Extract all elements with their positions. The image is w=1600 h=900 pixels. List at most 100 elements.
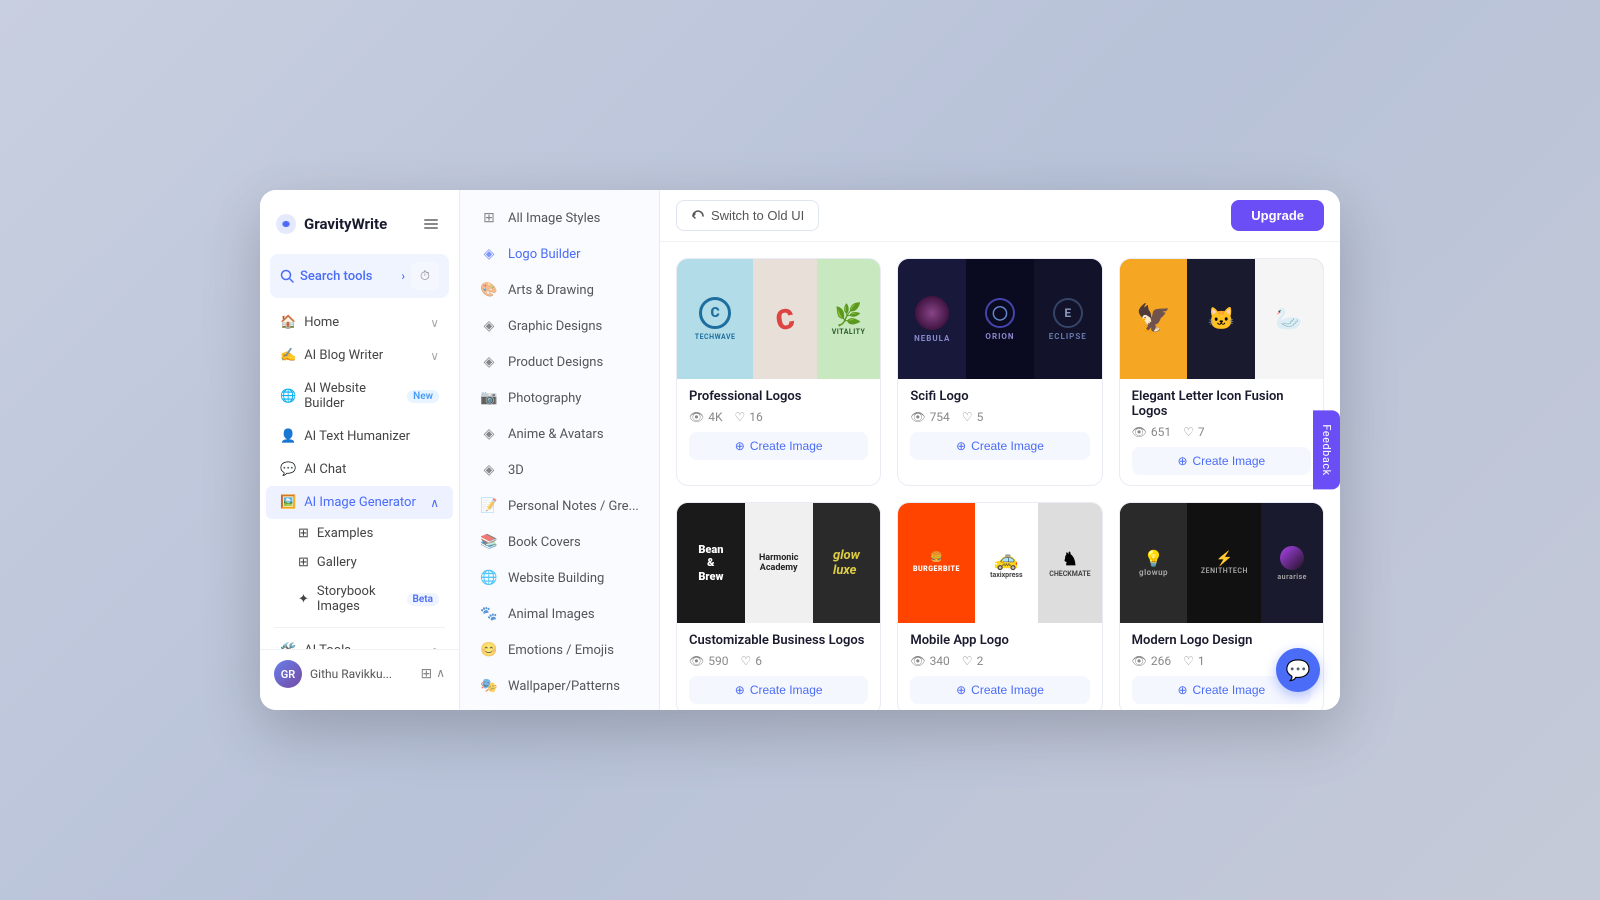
menu-item-personal-notes[interactable]: 📝 Personal Notes / Gre... bbox=[466, 488, 653, 524]
menu-item-graphic-designs[interactable]: ◈ Graphic Designs bbox=[466, 308, 653, 344]
all-styles-label: All Image Styles bbox=[508, 211, 600, 226]
sidebar-item-examples[interactable]: ⊞ Examples bbox=[266, 519, 453, 548]
home-label: Home bbox=[304, 315, 339, 330]
upgrade-button[interactable]: Upgrade bbox=[1231, 200, 1324, 231]
logo-builder-icon: ◈ bbox=[480, 245, 498, 263]
card-3-title: Elegant Letter Icon Fusion Logos bbox=[1132, 389, 1311, 419]
menu-item-book-covers[interactable]: 📚 Book Covers bbox=[466, 524, 653, 560]
anime-label: Anime & Avatars bbox=[508, 427, 604, 442]
card-4-stats: 👁 590 ♡ 6 bbox=[689, 654, 868, 668]
menu-item-wallpaper-patterns[interactable]: 🎭 Wallpaper/Patterns bbox=[466, 668, 653, 704]
card-5-create-label: Create Image bbox=[971, 683, 1044, 697]
card-6-create-label: Create Image bbox=[1193, 683, 1266, 697]
card-3-create-button[interactable]: ⊕ Create Image bbox=[1132, 447, 1311, 475]
menu-item-anime-avatars[interactable]: ◈ Anime & Avatars bbox=[466, 416, 653, 452]
sidebar-item-ai-text-humanizer[interactable]: 👤 AI Text Humanizer bbox=[266, 420, 453, 453]
sidebar-item-ai-website-builder[interactable]: 🌐 AI Website Builder New bbox=[266, 372, 453, 420]
search-tools-button[interactable]: Search tools › ⏱ bbox=[270, 254, 449, 298]
menu-item-photography[interactable]: 📷 Photography bbox=[466, 380, 653, 416]
brand-logo[interactable]: GravityWrite bbox=[274, 212, 387, 236]
card-5-likes: 2 bbox=[977, 654, 984, 668]
card-3-stats: 👁 651 ♡ 7 bbox=[1132, 425, 1311, 439]
gallery-icon: ⊞ bbox=[298, 555, 309, 570]
menu-item-arts-drawing[interactable]: 🎨 Arts & Drawing bbox=[466, 272, 653, 308]
card-1-create-button[interactable]: ⊕ Create Image bbox=[689, 432, 868, 460]
create-icon: ⊕ bbox=[1177, 683, 1187, 697]
examples-label: Examples bbox=[317, 526, 373, 541]
chevron-right-icon: › bbox=[401, 269, 405, 283]
examples-icon: ⊞ bbox=[298, 526, 309, 541]
photography-label: Photography bbox=[508, 391, 581, 406]
chat-fab-icon: 💬 bbox=[1286, 658, 1311, 682]
card-1-title: Professional Logos bbox=[689, 389, 868, 404]
app-window: GravityWrite Search tools › ⏱ bbox=[260, 190, 1340, 710]
view-icon: 👁 bbox=[910, 410, 925, 424]
product-label: Product Designs bbox=[508, 355, 603, 370]
web-label: Website Building bbox=[508, 571, 604, 586]
menu-item-product-designs[interactable]: ◈ Product Designs bbox=[466, 344, 653, 380]
wallpaper-icon: 🎭 bbox=[480, 677, 498, 695]
view-icon: 👁 bbox=[910, 654, 925, 668]
user-footer[interactable]: GR Githu Ravikku... ⊞ ∧ bbox=[260, 649, 459, 698]
blog-label: AI Blog Writer bbox=[304, 348, 383, 363]
chevron-down-icon: ∨ bbox=[430, 316, 439, 330]
history-button[interactable]: ⏱ bbox=[411, 262, 439, 290]
menu-item-3d[interactable]: ◈ 3D bbox=[466, 452, 653, 488]
menu-item-website-building[interactable]: 🌐 Website Building bbox=[466, 560, 653, 596]
menu-item-emotions-emojis[interactable]: 😊 Emotions / Emojis bbox=[466, 632, 653, 668]
card-5-create-button[interactable]: ⊕ Create Image bbox=[910, 676, 1089, 704]
all-styles-icon: ⊞ bbox=[480, 209, 498, 227]
sidebar-item-ai-chat[interactable]: 💬 AI Chat bbox=[266, 453, 453, 486]
sidebar-item-ai-blog-writer[interactable]: ✍️ AI Blog Writer ∨ bbox=[266, 339, 453, 372]
like-icon: ♡ bbox=[740, 654, 751, 668]
sidebar-item-home[interactable]: 🏠 Home ∨ bbox=[266, 306, 453, 339]
card-6-likes: 1 bbox=[1198, 654, 1205, 668]
switch-old-ui-button[interactable]: Switch to Old UI bbox=[676, 200, 819, 231]
card-1-create-label: Create Image bbox=[750, 439, 823, 453]
card-6-image: 💡 glowup ⚡ ZENITHTECH aurarise bbox=[1120, 503, 1323, 623]
card-5-title: Mobile App Logo bbox=[910, 633, 1089, 648]
notes-icon: 📝 bbox=[480, 497, 498, 515]
like-icon: ♡ bbox=[1183, 425, 1194, 439]
card-1-stats: 👁 4K ♡ 16 bbox=[689, 410, 868, 424]
card-2-title: Scifi Logo bbox=[910, 389, 1089, 404]
sidebar-toggle-button[interactable] bbox=[417, 210, 445, 238]
sidebar: GravityWrite Search tools › ⏱ bbox=[260, 190, 460, 710]
like-icon: ♡ bbox=[1183, 654, 1194, 668]
card-3-views: 651 bbox=[1151, 425, 1171, 439]
arts-icon: 🎨 bbox=[480, 281, 498, 299]
card-2-create-button[interactable]: ⊕ Create Image bbox=[910, 432, 1089, 460]
card-5-views: 340 bbox=[930, 654, 950, 668]
card-1-likes: 16 bbox=[749, 410, 763, 424]
card-4-image: Bean&Brew HarmonicAcademy glowluxe bbox=[677, 503, 880, 623]
card-6-views: 266 bbox=[1151, 654, 1171, 668]
emoji-icon: 😊 bbox=[480, 641, 498, 659]
chat-fab-button[interactable]: 💬 bbox=[1276, 648, 1320, 692]
card-2-views: 754 bbox=[930, 410, 950, 424]
card-4-likes: 6 bbox=[755, 654, 762, 668]
sidebar-item-gallery[interactable]: ⊞ Gallery bbox=[266, 548, 453, 577]
card-2-stats: 👁 754 ♡ 5 bbox=[910, 410, 1089, 424]
menu-item-animal-images[interactable]: 🐾 Animal Images bbox=[466, 596, 653, 632]
chevron-up-icon[interactable]: ∧ bbox=[436, 666, 445, 682]
sidebar-item-ai-tools[interactable]: 🛠️ AI Tools ∧ bbox=[266, 634, 453, 649]
chat-icon: 💬 bbox=[280, 462, 296, 477]
website-label: AI Website Builder bbox=[304, 381, 407, 411]
like-icon: ♡ bbox=[962, 410, 973, 424]
card-scifi-logo: NEBULA ◯ ORION E ECLIPSE Scifi Logo bbox=[897, 258, 1102, 486]
card-3-image: 🦅 🐱 🦢 bbox=[1120, 259, 1323, 379]
menu-item-all-image-styles[interactable]: ⊞ All Image Styles bbox=[466, 200, 653, 236]
beta-badge: Beta bbox=[407, 593, 439, 606]
settings-icon[interactable]: ⊞ bbox=[420, 666, 432, 682]
website-icon: 🌐 bbox=[280, 389, 296, 404]
card-4-create-button[interactable]: ⊕ Create Image bbox=[689, 676, 868, 704]
sidebar-item-ai-image-generator[interactable]: 🖼️ AI Image Generator ∧ bbox=[266, 486, 453, 519]
search-tools-label: Search tools bbox=[300, 269, 373, 284]
card-2-likes: 5 bbox=[977, 410, 984, 424]
chat-label: AI Chat bbox=[304, 462, 346, 477]
product-icon: ◈ bbox=[480, 353, 498, 371]
books-label: Book Covers bbox=[508, 535, 581, 550]
sidebar-item-storybook-images[interactable]: ✦ Storybook Images Beta bbox=[266, 577, 453, 621]
menu-item-logo-builder[interactable]: ◈ Logo Builder bbox=[466, 236, 653, 272]
feedback-tab[interactable]: Feedback bbox=[1313, 410, 1340, 489]
